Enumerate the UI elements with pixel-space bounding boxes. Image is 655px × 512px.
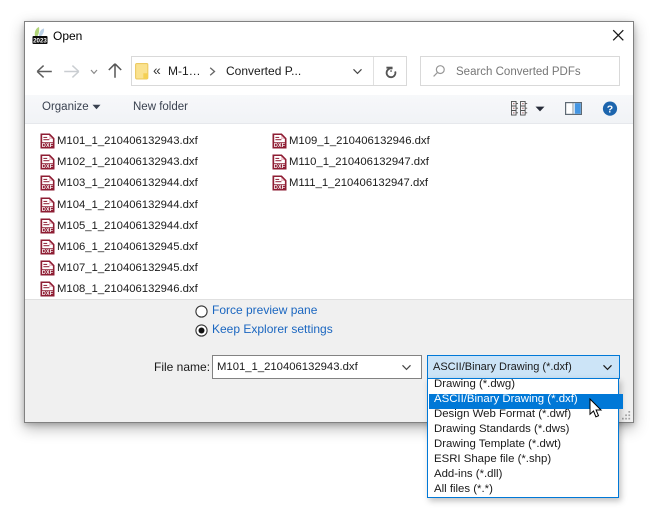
svg-text:2023: 2023 xyxy=(33,37,47,44)
svg-text:DXF: DXF xyxy=(42,249,54,255)
svg-text:DXF: DXF xyxy=(42,143,54,149)
svg-text:DXF: DXF xyxy=(42,270,54,276)
svg-text:DXF: DXF xyxy=(274,143,286,149)
svg-text:DXF: DXF xyxy=(42,164,54,170)
svg-text:DXF: DXF xyxy=(42,228,54,234)
svg-text:DXF: DXF xyxy=(42,291,54,297)
svg-text:DXF: DXF xyxy=(42,185,54,191)
svg-text:DXF: DXF xyxy=(274,185,286,191)
svg-text:DXF: DXF xyxy=(274,164,286,170)
svg-text:?: ? xyxy=(607,103,613,115)
svg-text:DXF: DXF xyxy=(42,207,54,213)
